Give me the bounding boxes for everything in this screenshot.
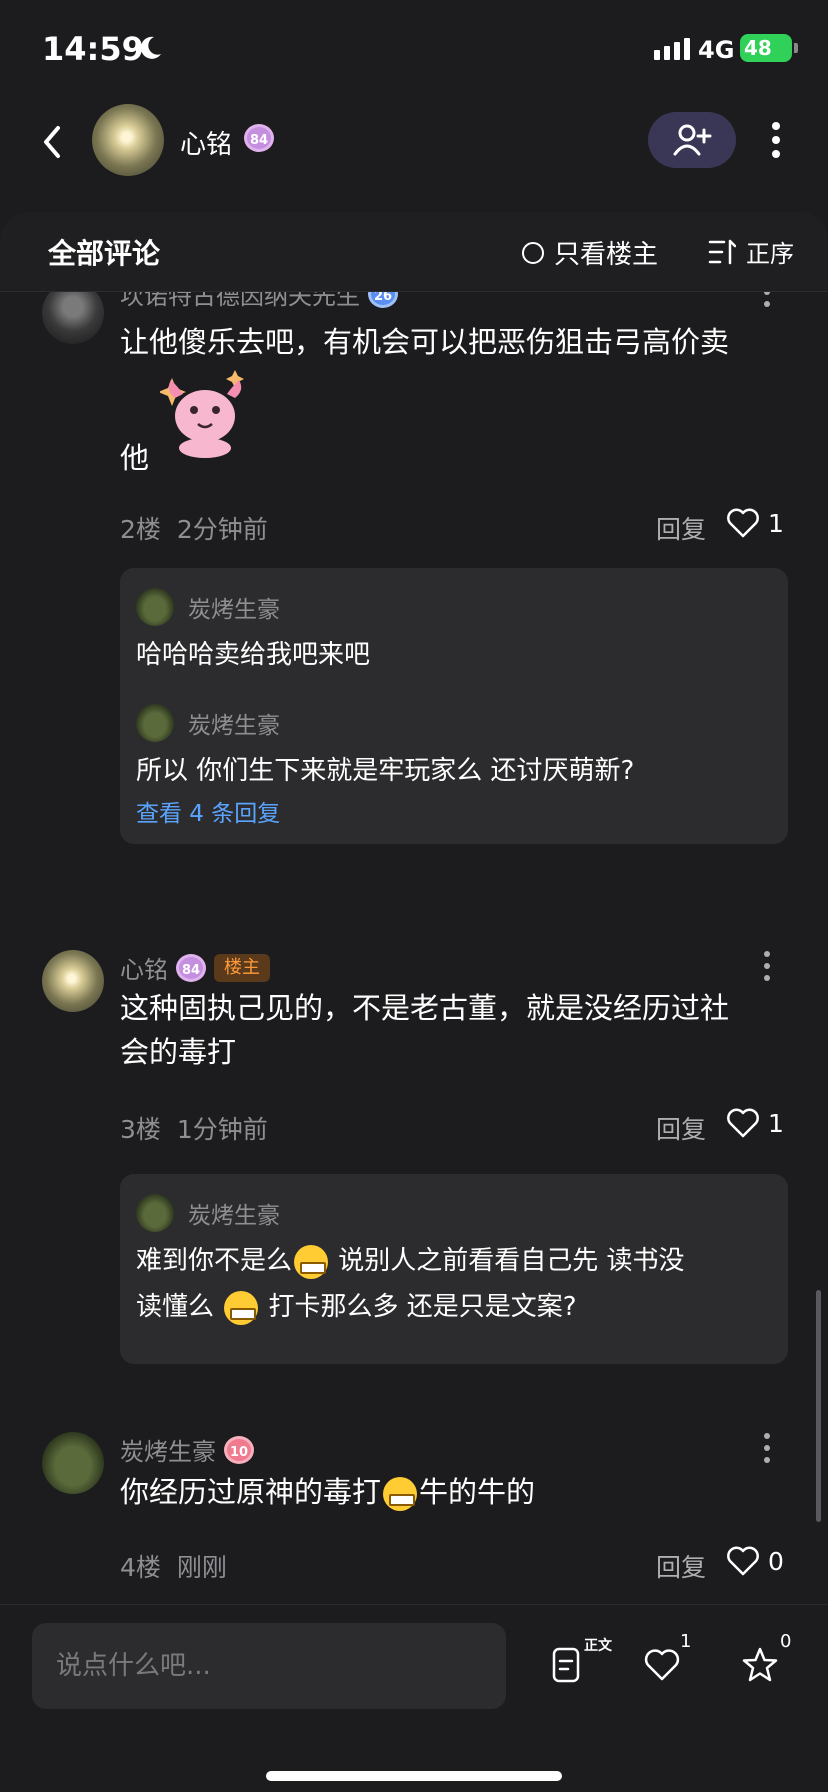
avatar[interactable] (92, 104, 164, 176)
page: 14:59 4G 48 心铭 84 坎诺特古德因纳夫先生 26 让他傻乐去吧，有… (0, 0, 828, 1792)
radio-circle-icon (522, 241, 544, 264)
comment-sheet: 坎诺特古德因纳夫先生 26 让他傻乐去吧，有机会可以把恶伤狙击弓高价卖 他 2楼… (0, 212, 828, 1612)
add-user-icon (673, 124, 712, 156)
heart-icon[interactable] (642, 1645, 682, 1685)
reply-avatar (136, 1194, 174, 1232)
author-name[interactable]: 心铭 (180, 124, 232, 161)
reply-button[interactable]: 回复 (656, 1548, 706, 1584)
level-badge: 10 (224, 1435, 254, 1464)
sort-label: 正序 (746, 240, 794, 268)
view-more-replies-link[interactable]: 查看 4 条回复 (136, 794, 280, 828)
header: 心铭 84 (0, 100, 828, 212)
comment-text-line: 你经历过原神的毒打 牛的牛的 (120, 1470, 792, 1514)
like-button[interactable]: 1 (726, 1108, 784, 1138)
back-icon[interactable] (36, 122, 68, 162)
comment-text-part: 你经历过原神的毒打 (120, 1475, 382, 1509)
like-button[interactable]: 0 (726, 1546, 784, 1576)
comment-time: 2分钟前 (176, 515, 268, 544)
comment-user[interactable]: 心铭 84 楼主 (120, 950, 270, 985)
star-icon[interactable] (740, 1645, 780, 1685)
like-button[interactable]: 1 (726, 508, 784, 538)
reply-text: 所以 你们生下来就是牢玩家么 还讨厌萌新? (136, 756, 635, 786)
reply-user-name: 炭烤生豪 (188, 713, 280, 739)
network-label: 4G (698, 36, 735, 64)
reply-text-part: 读懂么 (136, 1292, 215, 1322)
status-time: 14:59 (42, 30, 144, 68)
battery-level: 48 (744, 36, 772, 60)
reply-user-name: 炭烤生豪 (188, 1203, 280, 1229)
sort-icon (708, 239, 736, 264)
comment-time: 刚刚 (176, 1553, 227, 1582)
more-icon[interactable] (766, 120, 786, 160)
grin-emoji-icon (294, 1244, 329, 1279)
comment-user[interactable]: 炭烤生豪 10 (120, 1432, 254, 1467)
comment-time: 1分钟前 (176, 1115, 268, 1144)
bottom-bar: 正文 1 0 (0, 1604, 828, 1792)
more-icon[interactable] (762, 950, 772, 982)
reply-text-part: 难到你不是么 (136, 1246, 293, 1276)
reply-avatar (136, 588, 174, 626)
reply-button[interactable]: 回复 (656, 1110, 706, 1146)
comment-avatar[interactable] (42, 1432, 104, 1494)
comment-floor: 3楼 (120, 1115, 161, 1144)
comment-user-name: 炭烤生豪 (120, 1438, 216, 1466)
heart-icon (727, 1108, 759, 1138)
heart-icon (727, 1546, 759, 1576)
comment-floor: 4楼 (120, 1553, 161, 1582)
comment-meta: 3楼 1分钟前 (120, 1110, 268, 1146)
battery-tip (794, 43, 798, 53)
reply-user[interactable]: 炭烤生豪 (136, 588, 280, 626)
comment-text-line: 他 (120, 441, 150, 475)
moon-icon (140, 36, 161, 59)
reply-box: 炭烤生豪 难到你不是么 说别人之前看看自己先 读书没 读懂么 打卡那么多 还是只… (120, 1174, 788, 1364)
comment-avatar[interactable] (42, 950, 104, 1012)
comment-floor: 2楼 (120, 515, 161, 544)
only-op-toggle[interactable]: 只看楼主 (522, 234, 658, 271)
status-bar: 14:59 4G 48 (0, 0, 828, 100)
comment-text-line: 让他傻乐去吧，有机会可以把恶伤狙击弓高价卖 (120, 325, 730, 359)
comment-input[interactable] (32, 1623, 506, 1709)
reply-button[interactable]: 回复 (656, 510, 706, 546)
document-label: 正文 (584, 1638, 612, 1654)
battery-icon: 48 (740, 34, 792, 62)
heart-icon (727, 508, 759, 538)
level-badge: 84 (244, 124, 274, 152)
reply-user-name: 炭烤生豪 (188, 597, 280, 623)
reply-text: 难到你不是么 说别人之前看看自己先 读书没 读懂么 打卡那么多 还是只是文案? (136, 1238, 776, 1330)
op-tag: 楼主 (214, 953, 270, 982)
signal-icon (654, 38, 690, 60)
grin-emoji-icon (224, 1290, 259, 1325)
comment-meta: 4楼 刚刚 (120, 1548, 227, 1584)
home-indicator[interactable] (266, 1771, 562, 1781)
document-icon[interactable] (546, 1645, 586, 1685)
comment-text-line: 会的毒打 (120, 1035, 237, 1069)
reply-box: 炭烤生豪 哈哈哈卖给我吧来吧 炭烤生豪 所以 你们生下来就是牢玩家么 还讨厌萌新… (120, 568, 788, 844)
reply-user[interactable]: 炭烤生豪 (136, 704, 280, 742)
sort-button[interactable]: 正序 (708, 234, 794, 269)
reply-text: 哈哈哈卖给我吧来吧 (136, 640, 371, 670)
reply-text-part: 说别人之前看看自己先 读书没 (338, 1246, 685, 1276)
comment-user-name: 心铭 (120, 956, 168, 984)
comment-meta: 2楼 2分钟前 (120, 510, 268, 546)
comment-text-line: 这种固执己见的，不是老古董，就是没经历过社 (120, 991, 730, 1025)
level-badge: 84 (176, 953, 206, 982)
like-count: 0 (768, 1546, 784, 1576)
reply-user[interactable]: 炭烤生豪 (136, 1194, 280, 1232)
page-title: 全部评论 (48, 237, 161, 270)
like-count: 1 (768, 508, 784, 538)
more-icon[interactable] (762, 1432, 772, 1464)
only-op-label: 只看楼主 (554, 240, 659, 270)
follow-button[interactable] (648, 112, 736, 168)
like-total: 1 (680, 1631, 692, 1652)
favorite-total: 0 (780, 1631, 792, 1652)
reply-avatar (136, 704, 174, 742)
sheet-header: 全部评论 只看楼主 正序 (0, 212, 828, 292)
reply-text-part: 打卡那么多 还是只是文案? (268, 1292, 577, 1322)
scrollbar[interactable] (816, 1290, 821, 1522)
like-count: 1 (768, 1108, 784, 1138)
grin-emoji-icon (383, 1477, 418, 1511)
comment-text-part: 牛的牛的 (419, 1475, 536, 1509)
